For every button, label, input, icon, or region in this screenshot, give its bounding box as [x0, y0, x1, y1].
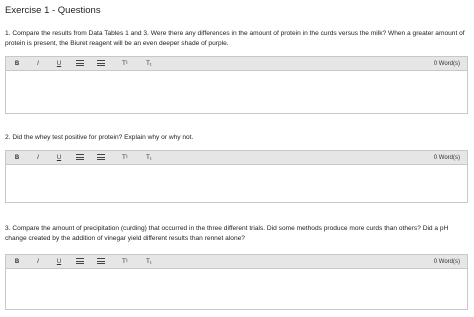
underline-button[interactable]: U: [54, 57, 64, 71]
answer-input-3[interactable]: [6, 269, 467, 309]
answer-input-2[interactable]: [6, 165, 467, 202]
underline-button[interactable]: U: [54, 151, 64, 165]
superscript-button[interactable]: T¹: [120, 57, 130, 71]
editor-toolbar: B I U T¹ T₁ 0 Word(s): [6, 57, 467, 71]
questions-page: Exercise 1 - Questions 1. Compare the re…: [0, 0, 474, 317]
answer-input-1[interactable]: [6, 71, 467, 113]
subscript-button[interactable]: T₁: [144, 151, 154, 165]
subscript-button[interactable]: T₁: [144, 255, 154, 269]
bulleted-list-icon[interactable]: [75, 151, 85, 165]
word-count: 0 Word(s): [433, 259, 460, 265]
superscript-button[interactable]: T¹: [120, 255, 130, 269]
bold-button[interactable]: B: [12, 57, 22, 71]
question-1-text: 1. Compare the results from Data Tables …: [5, 30, 465, 47]
question-2-text: 2. Did the whey test positive for protei…: [5, 134, 194, 141]
italic-button[interactable]: I: [33, 57, 43, 71]
question-3-text: 3. Compare the amount of precipitation (…: [5, 225, 449, 242]
word-count: 0 Word(s): [433, 155, 460, 161]
bulleted-list-icon[interactable]: [75, 255, 85, 269]
word-count: 0 Word(s): [433, 61, 460, 67]
editor-toolbar: B I U T¹ T₁ 0 Word(s): [6, 255, 467, 269]
subscript-button[interactable]: T₁: [144, 57, 154, 71]
numbered-list-icon[interactable]: [96, 255, 106, 269]
answer-editor-2: B I U T¹ T₁ 0 Word(s): [5, 150, 468, 203]
superscript-button[interactable]: T¹: [120, 151, 130, 165]
italic-button[interactable]: I: [33, 151, 43, 165]
bold-button[interactable]: B: [12, 151, 22, 165]
underline-button[interactable]: U: [54, 255, 64, 269]
editor-toolbar: B I U T¹ T₁ 0 Word(s): [6, 151, 467, 165]
numbered-list-icon[interactable]: [96, 151, 106, 165]
bold-button[interactable]: B: [12, 255, 22, 269]
bulleted-list-icon[interactable]: [75, 57, 85, 71]
answer-editor-3: B I U T¹ T₁ 0 Word(s): [5, 254, 468, 310]
answer-editor-1: B I U T¹ T₁ 0 Word(s): [5, 56, 468, 114]
numbered-list-icon[interactable]: [96, 57, 106, 71]
page-title: Exercise 1 - Questions: [5, 5, 101, 16]
italic-button[interactable]: I: [33, 255, 43, 269]
